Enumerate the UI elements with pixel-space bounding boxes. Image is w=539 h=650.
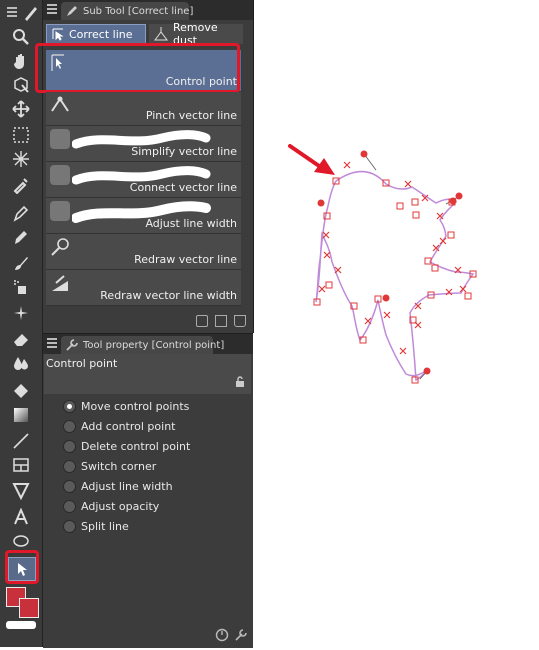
option-add-control-point[interactable]: Add control point bbox=[63, 420, 175, 433]
figure-icon[interactable] bbox=[8, 430, 34, 452]
sub-tool-title: Sub Tool [Correct line] bbox=[83, 5, 194, 17]
option-split-line[interactable]: Split line bbox=[63, 520, 129, 533]
radio-button[interactable] bbox=[63, 440, 76, 453]
sub-tool-label: Redraw vector line bbox=[134, 253, 237, 266]
sub-tool-label: Pinch vector line bbox=[145, 109, 237, 122]
transparent-color-icon[interactable] bbox=[6, 621, 36, 629]
option-delete-control-point[interactable]: Delete control point bbox=[63, 440, 190, 453]
pen-tab-icon[interactable] bbox=[22, 2, 40, 24]
move-icon[interactable] bbox=[8, 98, 34, 120]
group-tab-remove-dust[interactable]: Remove dust bbox=[149, 21, 243, 47]
copy-sub-tool-icon[interactable] bbox=[196, 315, 208, 327]
sub-tool-item-simplify[interactable]: Simplify vector line bbox=[46, 126, 241, 162]
blend-icon[interactable] bbox=[8, 352, 34, 374]
object-icon[interactable] bbox=[8, 74, 34, 96]
radio-button[interactable] bbox=[63, 400, 76, 413]
eraser-icon[interactable] bbox=[8, 328, 34, 350]
zoom-icon[interactable] bbox=[8, 26, 34, 48]
sub-tool-label: Redraw vector line width bbox=[100, 289, 237, 302]
selection-icon[interactable] bbox=[8, 124, 34, 146]
initial-setting-icon[interactable] bbox=[215, 628, 229, 642]
option-label: Delete control point bbox=[81, 440, 191, 453]
trash-icon[interactable] bbox=[234, 315, 246, 327]
vector-line-drawing[interactable] bbox=[254, 0, 539, 647]
gradient-icon[interactable] bbox=[8, 404, 34, 426]
tool-property-tab[interactable]: Tool property [Control point] bbox=[61, 336, 224, 354]
balloon-icon[interactable] bbox=[8, 530, 34, 552]
radio-button[interactable] bbox=[63, 460, 76, 473]
radio-button[interactable] bbox=[63, 480, 76, 493]
group-tab-correct-line[interactable]: Correct line bbox=[46, 24, 146, 44]
adjust-width-icon bbox=[50, 201, 70, 221]
sub-tool-item-pinch[interactable]: Pinch vector line bbox=[46, 92, 241, 126]
eyedropper-icon[interactable] bbox=[8, 174, 34, 196]
sub-tool-label: Connect vector line bbox=[129, 181, 237, 194]
sub-tool-item-redraw-width[interactable]: Redraw vector line width bbox=[46, 270, 241, 306]
tool-property-title: Tool property [Control point] bbox=[83, 339, 225, 351]
auto-select-icon[interactable] bbox=[8, 148, 34, 170]
radio-button[interactable] bbox=[63, 520, 76, 533]
tool-property-titlebar: Tool property [Control point] bbox=[43, 334, 253, 354]
control-point-squares bbox=[313, 177, 477, 384]
radio-button[interactable] bbox=[63, 420, 76, 433]
pencil-icon[interactable] bbox=[8, 226, 34, 248]
redraw-icon bbox=[51, 238, 69, 256]
group-tab-label: Correct line bbox=[69, 27, 133, 41]
cross-markers bbox=[318, 161, 467, 355]
red-arrow-annotation bbox=[288, 144, 335, 175]
option-switch-corner[interactable]: Switch corner bbox=[63, 460, 156, 473]
option-adjust-opacity[interactable]: Adjust opacity bbox=[63, 500, 159, 513]
tool-palette bbox=[0, 0, 43, 647]
option-adjust-line-width[interactable]: Adjust line width bbox=[63, 480, 173, 493]
decoration-icon[interactable] bbox=[8, 302, 34, 324]
tool-name: Control point bbox=[46, 357, 118, 370]
wrench-icon[interactable] bbox=[234, 628, 248, 642]
pen-icon[interactable] bbox=[8, 202, 34, 224]
hand-icon[interactable] bbox=[8, 50, 34, 72]
text-icon[interactable] bbox=[8, 506, 34, 528]
option-label: Add control point bbox=[81, 420, 176, 433]
panel-menu-icon[interactable] bbox=[47, 338, 57, 350]
pen-icon bbox=[67, 6, 77, 16]
create-sub-tool-icon[interactable] bbox=[215, 315, 227, 327]
panel-menu-icon[interactable] bbox=[47, 4, 57, 16]
option-move-control-points[interactable]: Move control points bbox=[63, 400, 189, 413]
option-label: Switch corner bbox=[81, 460, 157, 473]
redraw-width-icon bbox=[52, 275, 68, 291]
option-label: Move control points bbox=[81, 400, 190, 413]
sub-tool-tab[interactable]: Sub Tool [Correct line] bbox=[61, 2, 193, 20]
fill-icon[interactable] bbox=[8, 380, 34, 402]
brush-icon[interactable] bbox=[8, 252, 34, 274]
ruler-icon[interactable] bbox=[8, 480, 34, 502]
dust-icon bbox=[154, 27, 168, 41]
radio-button[interactable] bbox=[63, 500, 76, 513]
option-label: Split line bbox=[81, 520, 129, 533]
simplify-icon bbox=[50, 129, 70, 149]
airbrush-icon[interactable] bbox=[8, 276, 34, 298]
connect-icon bbox=[50, 165, 70, 185]
sub-tool-item-connect[interactable]: Connect vector line bbox=[46, 162, 241, 198]
frame-icon[interactable] bbox=[8, 454, 34, 476]
sub-tool-item-redraw[interactable]: Redraw vector line bbox=[46, 234, 241, 270]
sub-tool-label: Adjust line width bbox=[145, 217, 237, 230]
option-label: Adjust opacity bbox=[81, 500, 160, 513]
tool-property-panel: Tool property [Control point] Control po… bbox=[43, 333, 253, 648]
lock-icon[interactable] bbox=[234, 376, 246, 388]
drawing-canvas[interactable] bbox=[254, 0, 539, 647]
menu-icon[interactable] bbox=[4, 2, 20, 24]
sub-tool-panel: Sub Tool [Correct line] Correct line Rem… bbox=[35, 0, 254, 333]
tool-name-area: Control point bbox=[44, 354, 251, 394]
sub-tool-item-adjust-width[interactable]: Adjust line width bbox=[46, 198, 241, 234]
sub-color-swatch[interactable] bbox=[19, 598, 39, 618]
pinch-icon bbox=[51, 96, 69, 112]
sub-tool-highlight-box bbox=[35, 43, 240, 93]
wrench-icon bbox=[66, 339, 78, 351]
sub-tool-label: Simplify vector line bbox=[131, 145, 237, 158]
option-label: Adjust line width bbox=[81, 480, 173, 493]
sub-tool-titlebar: Sub Tool [Correct line] bbox=[43, 0, 253, 20]
correct-line-icon bbox=[52, 28, 64, 41]
toolbar-highlight-box bbox=[5, 550, 39, 584]
